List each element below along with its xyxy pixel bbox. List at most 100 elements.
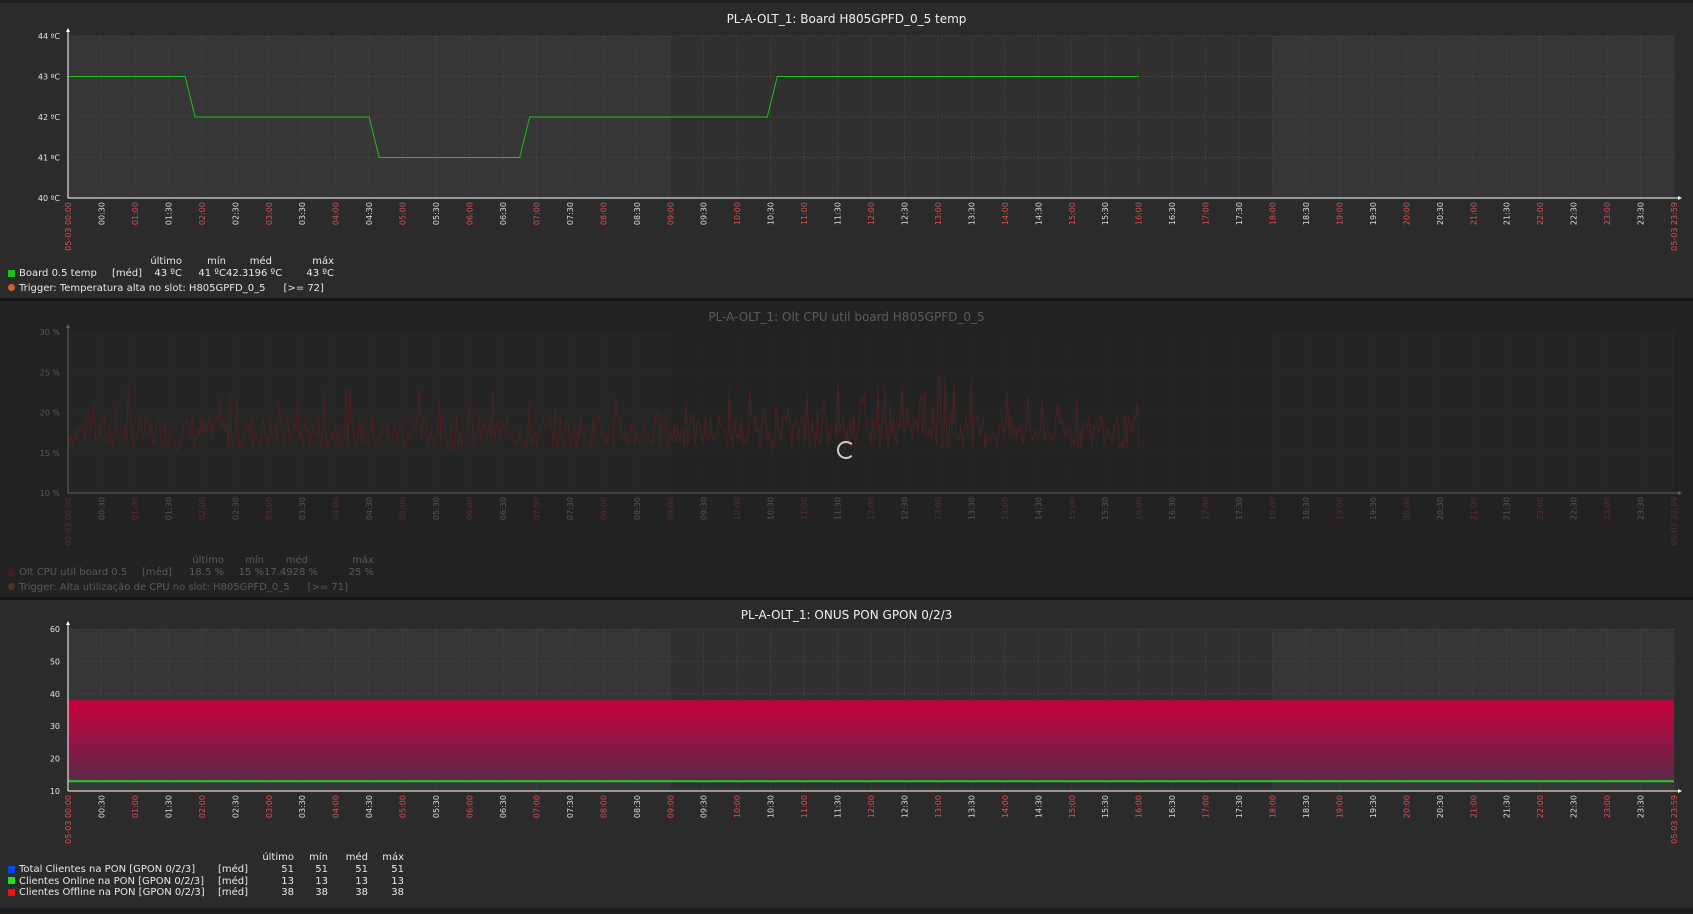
x-tick-label: 01:00 — [131, 795, 140, 818]
x-tick-label: 05:00 — [399, 497, 408, 520]
x-tick-label: 04:00 — [332, 795, 341, 818]
x-tick-label: 22:00 — [1536, 202, 1545, 225]
graph-temp-canvas: 40 ºC 41 ºC 42 ºC 43 ºC 44 ºC 05-03 00:00 00:3… — [38, 28, 1682, 251]
x-tick-label: 11:00 — [800, 795, 809, 818]
x-tick-label: 19:00 — [1335, 795, 1344, 818]
x-tick-label: 02:00 — [198, 202, 207, 225]
legend-swatch — [8, 568, 15, 576]
x-tick-label: 04:00 — [332, 497, 341, 520]
legend-swatch — [8, 269, 15, 277]
x-tick-label: 21:30 — [1503, 202, 1512, 225]
legend-header: méd — [345, 852, 368, 863]
x-tick-label: 02:30 — [231, 202, 240, 225]
legend-value: 13 — [391, 875, 404, 887]
x-tick-label: 03:30 — [298, 202, 307, 225]
legend-value: 42.3196 ºC — [226, 268, 283, 279]
y-tick-label: 30 % — [40, 328, 61, 337]
x-tick-label: 03:00 — [265, 497, 274, 520]
x-tick-label: 09:00 — [666, 202, 675, 225]
x-tick-label: 04:30 — [365, 795, 374, 818]
x-tick-label: 09:30 — [700, 497, 709, 520]
legend-value: 38 — [315, 887, 328, 898]
x-tick-label: 19:00 — [1335, 202, 1344, 225]
x-tick-label: 07:00 — [532, 795, 541, 818]
x-tick-label: 05:30 — [432, 202, 441, 225]
x-tick-label: 10:00 — [733, 202, 742, 225]
x-tick-label: 13:30 — [967, 497, 976, 520]
x-tick-label: 01:00 — [131, 202, 140, 225]
x-tick-label: 23:30 — [1637, 202, 1646, 225]
x-tick-label: 04:30 — [365, 202, 374, 225]
series-area-offline — [68, 700, 1674, 782]
x-tick-label: 10:30 — [767, 795, 776, 818]
x-tick-label: 05-03 23:59 — [1670, 795, 1679, 844]
legend-value: 38 — [391, 887, 404, 898]
x-tick-label: 08:00 — [599, 497, 608, 520]
x-tick-label: 06:30 — [499, 795, 508, 818]
legend-header: máx — [352, 555, 374, 566]
legend-header: máx — [382, 852, 404, 863]
x-tick-label: 12:30 — [900, 795, 909, 818]
x-tick-label: 02:30 — [231, 497, 240, 520]
x-tick-label: 03:00 — [265, 795, 274, 818]
x-tick-label: 20:00 — [1402, 202, 1411, 225]
x-tick-label: 14:30 — [1034, 202, 1043, 225]
x-tick-label: 09:30 — [700, 202, 709, 225]
x-tick-label: 08:00 — [599, 202, 608, 225]
x-tick-label: 20:30 — [1436, 795, 1445, 818]
x-tick-label: 01:30 — [164, 202, 173, 225]
x-tick-label: 06:30 — [499, 497, 508, 520]
x-tick-label: 11:30 — [834, 202, 843, 225]
x-tick-label: 00:30 — [97, 795, 106, 818]
x-tick-label: 05-03 00:00 — [64, 497, 73, 546]
x-tick-label: 05:30 — [432, 795, 441, 818]
legend-value: 43 ºC — [306, 268, 334, 279]
y-tick-label: 43 ºC — [38, 73, 60, 82]
y-tick-label: 20 % — [40, 409, 61, 418]
trigger-value: [>= 71] — [307, 581, 349, 593]
x-tick-label: 05-03 23:59 — [1670, 202, 1679, 251]
x-tick-label: 10:30 — [767, 202, 776, 225]
legend-func: [méd] — [142, 567, 173, 578]
graph-cpu-legend: último mín méd máx Olt CPU util board 0.5 [mé… — [8, 555, 428, 595]
x-tick-label: 17:00 — [1202, 795, 1211, 818]
legend-value: 18.5 % — [189, 567, 224, 578]
x-tick-label: 05:00 — [399, 202, 408, 225]
y-tick-label: 50 — [50, 657, 60, 666]
x-tick-label: 11:30 — [834, 497, 843, 520]
x-tick-label: 22:30 — [1570, 795, 1579, 818]
x-tick-label: 22:00 — [1536, 497, 1545, 520]
x-tick-label: 22:30 — [1570, 202, 1579, 225]
x-tick-label: 07:30 — [566, 497, 575, 520]
x-tick-label: 14:30 — [1034, 795, 1043, 818]
x-tick-label: 12:00 — [867, 795, 876, 818]
graph-onus-title: PL-A-OLT_1: ONUS PON GPON 0/2/3 — [740, 608, 953, 622]
trigger-value: [>= 72] — [283, 282, 324, 294]
x-tick-label: 11:00 — [800, 497, 809, 520]
legend-swatch — [8, 877, 15, 884]
x-tick-label: 21:00 — [1469, 497, 1478, 520]
x-tick-label: 03:30 — [298, 497, 307, 520]
x-tick-label: 16:00 — [1135, 202, 1144, 225]
x-tick-label: 12:30 — [900, 497, 909, 520]
x-tick-label: 16:30 — [1168, 497, 1177, 520]
x-tick-label: 22:00 — [1536, 795, 1545, 818]
x-tick-label: 04:30 — [365, 497, 374, 520]
x-tick-label: 01:30 — [164, 795, 173, 818]
x-tick-label: 07:00 — [532, 497, 541, 520]
x-tick-label: 21:00 — [1469, 795, 1478, 818]
x-tick-label: 16:00 — [1135, 497, 1144, 520]
x-tick-label: 19:00 — [1335, 497, 1344, 520]
legend-value: 51 — [355, 864, 368, 875]
x-tick-label: 17:30 — [1235, 202, 1244, 225]
legend-swatch — [8, 888, 15, 896]
x-tick-label: 23:30 — [1637, 497, 1646, 520]
legend-label: Olt CPU util board 0.5 — [19, 567, 128, 578]
legend-value: 51 — [315, 864, 328, 875]
y-tick-label: 60 — [50, 625, 60, 634]
legend-func: [méd] — [218, 875, 249, 887]
x-tick-label: 21:30 — [1503, 497, 1512, 520]
x-tick-label: 18:30 — [1302, 795, 1311, 818]
legend-func: [méd] — [218, 864, 249, 875]
legend-header: mín — [207, 256, 226, 267]
